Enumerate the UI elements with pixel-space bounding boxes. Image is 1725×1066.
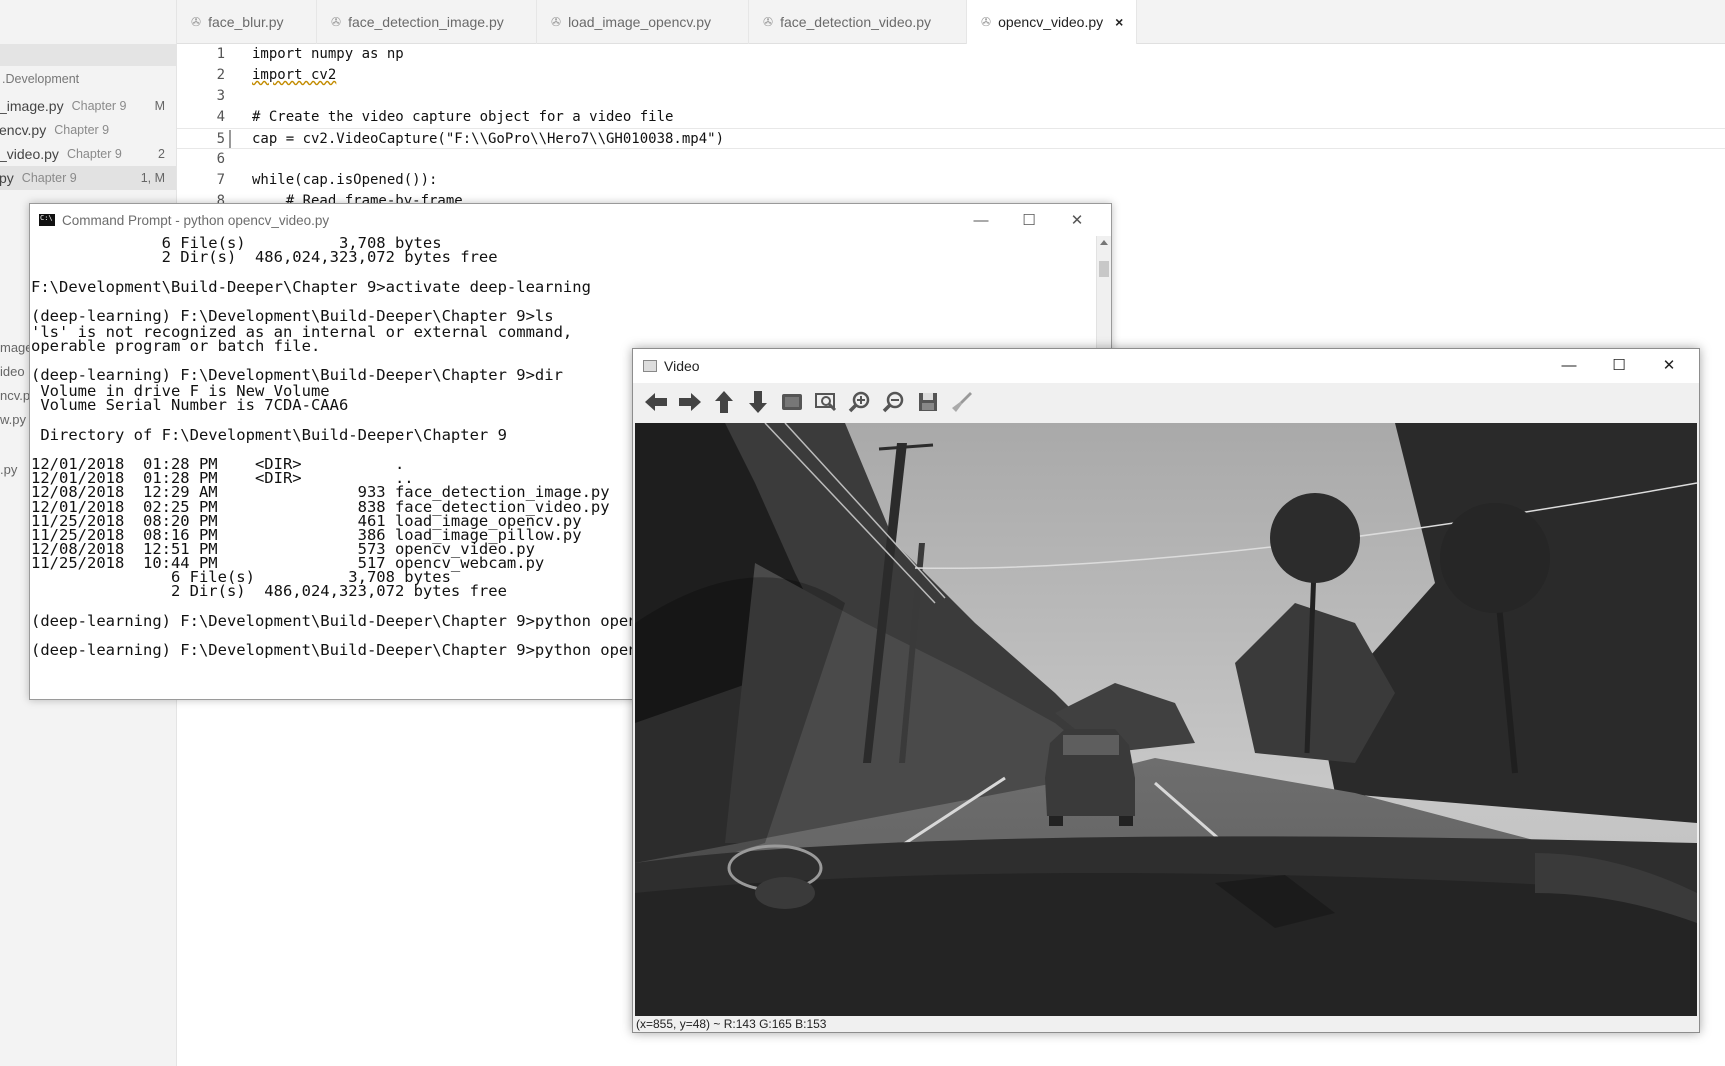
file-folder: Chapter 9 [54,123,110,137]
git-status-badge: 2 [158,147,165,161]
tab-face-detection-image[interactable]: ✇ face_detection_image.py [317,0,537,44]
explorer-file-fragment[interactable]: mage [0,340,33,355]
cmd-minimize-button[interactable]: — [957,204,1005,236]
cmd-title-bar[interactable]: Command Prompt - python opencv_video.py … [30,204,1111,236]
python-file-icon: ✇ [191,15,202,29]
tab-face-blur[interactable]: ✇ face_blur.py [177,0,317,44]
tab-load-image-opencv[interactable]: ✇ load_image_opencv.py [537,0,749,44]
pan-left-icon[interactable] [639,385,673,419]
video-title: Video [664,358,700,374]
line-number: 5 [216,131,225,147]
explorer-file-fragment[interactable]: ncv.p [0,388,30,403]
explorer-folder-label: .Development [2,72,80,86]
window-app-icon [643,360,657,372]
code-text: import cv2 [252,67,337,83]
tab-label: face_detection_image.py [348,14,504,30]
line-number: 1 [216,46,225,62]
zoom-in-icon[interactable] [843,385,877,419]
properties-icon[interactable] [945,385,979,419]
cmd-title: Command Prompt - python opencv_video.py [62,212,330,228]
video-toolbar [633,383,1699,421]
file-folder: Chapter 9 [66,147,122,161]
editor-tab-bar: ✇ face_blur.py ✇ face_detection_image.py… [177,0,1725,44]
line-number: 3 [216,88,225,104]
code-line: 2 import cv2 [177,65,1725,86]
cmd-maximize-button[interactable]: ☐ [1005,204,1053,236]
dashcam-frame-image [635,423,1697,1018]
file-folder: Chapter 9 [71,99,127,113]
code-text: # Create the video capture object for a … [252,109,674,125]
video-maximize-button[interactable]: ☐ [1595,349,1643,381]
tab-label: load_image_opencv.py [568,14,712,30]
code-line: 1 import numpy as np [177,44,1725,65]
current-line-marker [229,130,231,148]
open-editor-item[interactable]: _image.py Chapter 9 M [0,94,176,118]
explorer-file-fragment[interactable]: ideo [0,364,25,379]
console-line: 2 Dir(s) 486,024,323,072 bytes free [31,248,498,267]
open-editor-item[interactable]: encv.py Chapter 9 [0,118,176,142]
line-number: 7 [216,172,225,188]
pan-up-icon[interactable] [707,385,741,419]
save-icon[interactable] [911,385,945,419]
scroll-thumb[interactable] [1099,261,1109,277]
file-folder: Chapter 9 [21,171,77,185]
code-line: 6 [177,149,1725,170]
line-number: 4 [216,109,225,125]
video-close-button[interactable]: ✕ [1645,349,1693,381]
zoom-out-icon[interactable] [877,385,911,419]
video-frame[interactable] [635,423,1697,1018]
python-file-icon: ✇ [763,15,774,29]
code-line: 3 [177,86,1725,107]
tab-label: face_blur.py [208,14,284,30]
code-line-current: 5 cap = cv2.VideoCapture("F:\\GoPro\\Her… [177,128,1725,149]
zoom-window-icon[interactable] [809,385,843,419]
python-file-icon: ✇ [981,15,992,29]
explorer-header-strip [0,44,176,66]
tab-close-icon[interactable]: × [1115,14,1123,30]
video-status-bar: (x=855, y=48) ~ R:143 G:165 B:153 [633,1016,1699,1032]
code-text: while(cap.isOpened()): [252,172,438,188]
code-text: import numpy as np [252,46,404,62]
console-line: F:\Development\Build-Deeper\Chapter 9>ac… [31,277,591,296]
pan-right-icon[interactable] [673,385,707,419]
scroll-up-icon[interactable] [1100,240,1108,245]
pan-down-icon[interactable] [741,385,775,419]
video-minimize-button[interactable]: — [1545,349,1593,381]
file-name: py [0,170,14,186]
tab-label: face_detection_video.py [780,14,932,30]
video-window[interactable]: Video — ☐ ✕ (x=855, y=48) ~ R:143 G:165 … [632,348,1700,1033]
file-name: _image.py [0,98,64,114]
python-file-icon: ✇ [551,15,562,29]
file-name: encv.py [0,122,47,138]
line-number: 6 [216,151,225,167]
code-editor[interactable]: 1 import numpy as np 2 import cv2 3 4 # … [177,44,1725,209]
console-icon [39,214,55,226]
cmd-close-button[interactable]: ✕ [1053,204,1101,236]
code-line: 4 # Create the video capture object for … [177,107,1725,128]
tab-label: opencv_video.py [998,14,1104,30]
file-name: _video.py [0,146,59,162]
explorer-file-fragment[interactable]: w.py [0,412,26,427]
python-file-icon: ✇ [331,15,342,29]
video-title-bar[interactable]: Video — ☐ ✕ [633,349,1699,383]
tab-opencv-video[interactable]: ✇ opencv_video.py × [967,0,1137,44]
git-status-badge: 1, M [140,171,165,185]
explorer-file-fragment[interactable]: .py [0,462,17,477]
open-editor-item-selected[interactable]: py Chapter 9 1, M [0,166,176,190]
code-line: 7 while(cap.isOpened()): [177,170,1725,191]
code-text: cap = cv2.VideoCapture("F:\\GoPro\\Hero7… [252,131,725,147]
tab-face-detection-video[interactable]: ✇ face_detection_video.py [749,0,967,44]
open-editor-item[interactable]: _video.py Chapter 9 2 [0,142,176,166]
git-status-badge: M [154,99,165,113]
line-number: 2 [216,67,225,83]
zoom-fit-icon[interactable] [775,385,809,419]
